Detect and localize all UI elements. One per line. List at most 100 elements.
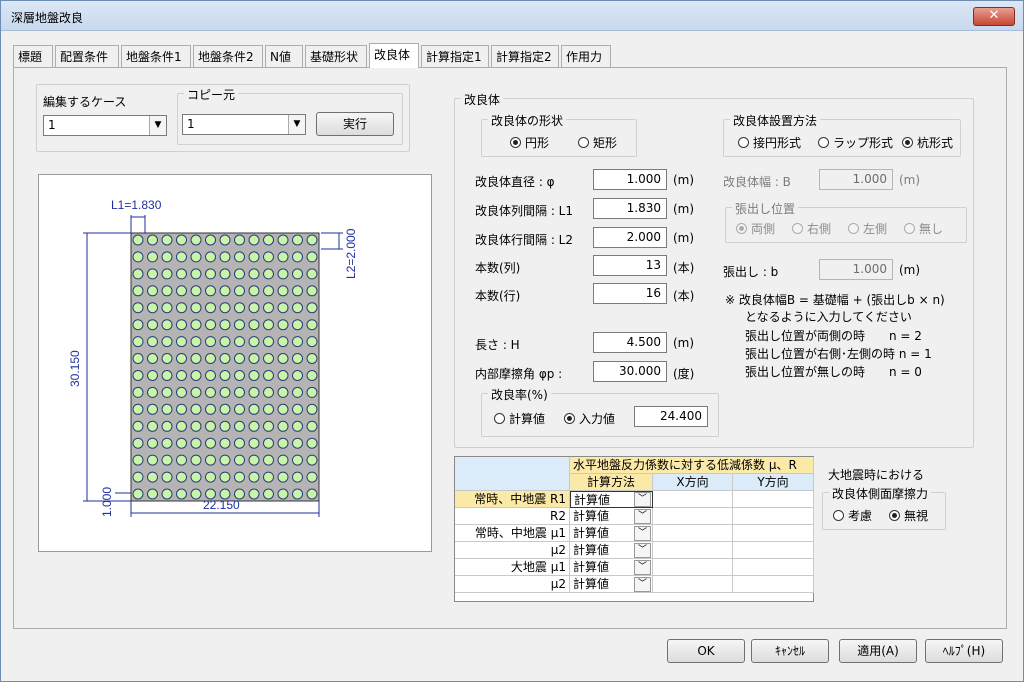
y-cell[interactable]: [733, 525, 814, 542]
pile-circle: [132, 488, 144, 500]
count-col-unit: (本): [673, 261, 695, 275]
pile-circle: [219, 437, 231, 449]
chevron-down-icon[interactable]: ﹀: [634, 492, 651, 507]
pile-circle: [161, 319, 173, 331]
header-x: X方向: [653, 474, 733, 491]
close-button[interactable]: ✕: [973, 7, 1015, 26]
tab-layout[interactable]: 配置条件: [55, 45, 119, 67]
ratio-input[interactable]: 24.400: [634, 406, 708, 427]
chevron-down-icon[interactable]: ﹀: [634, 526, 651, 541]
radio-label: ラップ形式: [833, 136, 894, 150]
x-cell[interactable]: [653, 491, 733, 508]
ratio-calc-radio[interactable]: 計算値: [494, 410, 545, 427]
diameter-unit: (m): [673, 173, 695, 187]
pile-circle: [306, 302, 318, 314]
help-button[interactable]: ﾍﾙﾌﾟ(H): [925, 639, 1003, 663]
case-select[interactable]: 1 ▼: [43, 115, 167, 136]
pile-circle: [292, 437, 303, 449]
friction-input[interactable]: 30.000: [593, 361, 667, 382]
method-tangent-radio[interactable]: 接円形式: [738, 134, 801, 151]
pile-circle: [176, 454, 187, 466]
diameter-label: 改良体直径 : φ: [475, 175, 555, 189]
pile-circle: [176, 386, 187, 398]
note-line: ※ 改良体幅B = 基礎幅 + (張出しb × n): [725, 293, 945, 307]
pile-circle: [219, 403, 231, 415]
pile-circle: [219, 302, 231, 314]
col-spacing-input[interactable]: 1.830: [593, 198, 667, 219]
pile-circle: [292, 268, 303, 280]
chevron-down-icon[interactable]: ﹀: [634, 560, 651, 575]
method-pile-radio[interactable]: 杭形式: [902, 134, 953, 151]
pile-circle: [161, 336, 173, 348]
y-cell[interactable]: [733, 576, 814, 593]
x-cell[interactable]: [653, 525, 733, 542]
chevron-down-icon[interactable]: ﹀: [634, 577, 651, 592]
radio-label: 杭形式: [917, 136, 954, 150]
count-row-input[interactable]: 16: [593, 283, 667, 304]
overhang-none-radio[interactable]: 無し: [904, 220, 943, 237]
tab-ground2[interactable]: 地盤条件2: [193, 45, 263, 67]
pile-circle: [161, 403, 173, 415]
pile-circle: [205, 285, 216, 297]
row-spacing-label: 改良体行間隔 : L2: [475, 233, 573, 247]
tab-calc2[interactable]: 計算指定2: [491, 45, 559, 67]
length-input[interactable]: 4.500: [593, 332, 667, 353]
cancel-button[interactable]: ｷｬﾝｾﾙ: [751, 639, 829, 663]
diameter-input[interactable]: 1.000: [593, 169, 667, 190]
chevron-down-icon[interactable]: ﹀: [634, 543, 651, 558]
width-b-input[interactable]: 1.000: [819, 169, 893, 190]
pile-circle: [161, 488, 173, 500]
y-cell[interactable]: [733, 508, 814, 525]
pile-circle: [234, 353, 245, 364]
y-cell[interactable]: [733, 542, 814, 559]
overhang-both-radio[interactable]: 両側: [736, 220, 775, 237]
y-cell[interactable]: [733, 559, 814, 576]
pile-circle: [132, 370, 144, 381]
pile-circle: [248, 268, 260, 280]
tab-calc1[interactable]: 計算指定1: [421, 45, 489, 67]
shape-circle-radio[interactable]: 円形: [510, 134, 549, 151]
pile-circle: [234, 370, 245, 381]
pile-circle: [176, 268, 187, 280]
pile-circle: [132, 471, 144, 483]
tab-force[interactable]: 作用力: [561, 45, 611, 67]
y-cell[interactable]: [733, 491, 814, 508]
method-lap-radio[interactable]: ラップ形式: [818, 134, 893, 151]
overhang-input[interactable]: 1.000: [819, 259, 893, 280]
tab-nvalue[interactable]: N値: [265, 45, 303, 67]
tab-foundation[interactable]: 基礎形状: [305, 45, 367, 67]
overhang-right-radio[interactable]: 右側: [792, 220, 831, 237]
ok-button[interactable]: OK: [667, 639, 745, 663]
radio-dot: [833, 510, 844, 521]
radio-label: 無し: [919, 222, 944, 236]
overhang-label: 張出し : b: [723, 265, 779, 279]
tab-improvement[interactable]: 改良体: [369, 43, 419, 68]
row-spacing-input[interactable]: 2.000: [593, 227, 667, 248]
case-group: 編集するケース 1 ▼ コピー元 1 ▼ 実行: [36, 84, 410, 152]
ratio-input-radio[interactable]: 入力値: [564, 410, 615, 427]
x-cell[interactable]: [653, 542, 733, 559]
pile-circle: [248, 488, 260, 500]
x-cell[interactable]: [653, 559, 733, 576]
pile-circle: [263, 353, 274, 364]
pile-circle: [161, 471, 173, 483]
tab-title[interactable]: 標題: [13, 45, 53, 67]
copy-select[interactable]: 1 ▼: [182, 114, 306, 135]
apply-button[interactable]: 適用(A): [839, 639, 917, 663]
pile-circle: [277, 370, 289, 381]
side-friction-ignore-radio[interactable]: 無視: [889, 507, 928, 524]
x-cell[interactable]: [653, 508, 733, 525]
pile-circle: [263, 251, 274, 263]
count-col-input[interactable]: 13: [593, 255, 667, 276]
shape-rect-radio[interactable]: 矩形: [578, 134, 617, 151]
chevron-down-icon[interactable]: ﹀: [634, 509, 651, 524]
side-friction-consider-radio[interactable]: 考慮: [833, 507, 872, 524]
chevron-down-icon[interactable]: ▼: [149, 116, 166, 135]
tab-ground1[interactable]: 地盤条件1: [121, 45, 191, 67]
overhang-left-radio[interactable]: 左側: [848, 220, 887, 237]
x-cell[interactable]: [653, 576, 733, 593]
radio-dot: [736, 223, 747, 234]
execute-button[interactable]: 実行: [316, 112, 394, 136]
reduction-table: 水平地盤反力係数に対する低減係数 μ、R 計算方法 X方向 Y方向 常時、中地震…: [454, 456, 814, 602]
chevron-down-icon[interactable]: ▼: [288, 115, 305, 134]
